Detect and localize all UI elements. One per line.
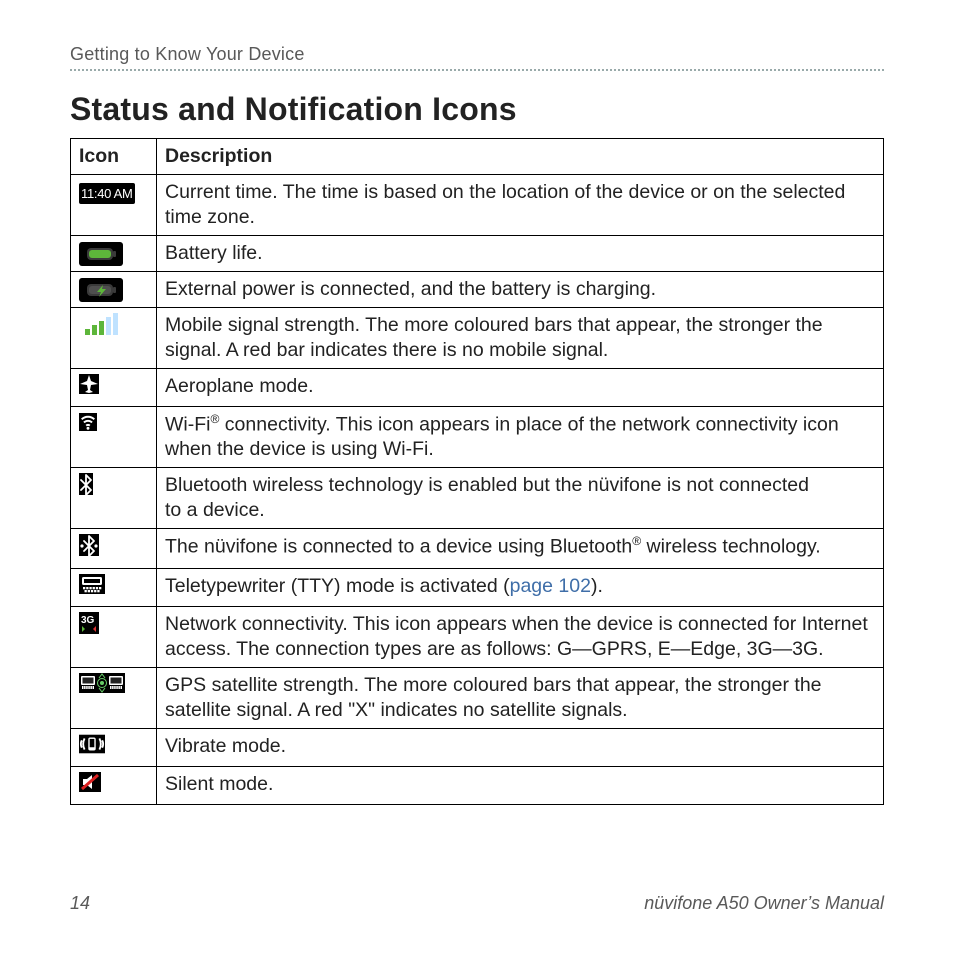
bluetooth-connected-icon xyxy=(79,534,99,563)
th-icon: Icon xyxy=(71,139,157,175)
icon-cell xyxy=(71,406,157,467)
time-icon: 11:40 AM xyxy=(79,183,135,204)
description-cell: Bluetooth wireless technology is enabled… xyxy=(157,468,884,529)
table-row: Aeroplane mode. xyxy=(71,368,884,406)
icon-cell xyxy=(71,728,157,766)
icon-cell xyxy=(71,468,157,529)
table-row: The nüvifone is connected to a device us… xyxy=(71,528,884,568)
icon-cell xyxy=(71,667,157,728)
page-footer: 14 nüvifone A50 Owner’s Manual xyxy=(70,893,884,914)
description-cell: Current time. The time is based on the l… xyxy=(157,174,884,235)
icon-cell: 3G xyxy=(71,606,157,667)
description-cell: Silent mode. xyxy=(157,766,884,804)
svg-text:3G: 3G xyxy=(81,615,95,626)
icon-cell xyxy=(71,766,157,804)
gps-icon xyxy=(79,673,125,700)
icon-cell xyxy=(71,368,157,406)
silent-icon xyxy=(79,772,101,799)
table-row: Battery life. xyxy=(71,235,884,271)
description-cell: Mobile signal strength. The more coloure… xyxy=(157,307,884,368)
description-cell: Vibrate mode. xyxy=(157,728,884,766)
table-row: Wi-Fi® connectivity. This icon appears i… xyxy=(71,406,884,467)
table-row: 11:40 AM Current time. The time is based … xyxy=(71,174,884,235)
battery-icon xyxy=(79,242,123,266)
icon-cell xyxy=(71,568,157,606)
charging-icon xyxy=(79,278,123,302)
description-cell: GPS satellite strength. The more coloure… xyxy=(157,667,884,728)
description-cell: External power is connected, and the bat… xyxy=(157,271,884,307)
description-cell: Aeroplane mode. xyxy=(157,368,884,406)
table-row: Silent mode. xyxy=(71,766,884,804)
signal-icon xyxy=(79,313,123,344)
description-cell: The nüvifone is connected to a device us… xyxy=(157,528,884,568)
page-number: 14 xyxy=(70,893,90,914)
book-title: nüvifone A50 Owner’s Manual xyxy=(644,893,884,914)
table-row: 3G Network connectivity. This icon appea… xyxy=(71,606,884,667)
description-cell: Network connectivity. This icon appears … xyxy=(157,606,884,667)
running-head: Getting to Know Your Device xyxy=(70,44,884,71)
network-3g-icon: 3G xyxy=(79,612,99,641)
description-cell: Wi-Fi® connectivity. This icon appears i… xyxy=(157,406,884,467)
table-row: Bluetooth wireless technology is enabled… xyxy=(71,468,884,529)
bluetooth-icon xyxy=(79,473,93,502)
table-row: Teletypewriter (TTY) mode is activated (… xyxy=(71,568,884,606)
status-icons-table: Icon Description 11:40 AM Current time. T… xyxy=(70,138,884,805)
page-ref-link[interactable]: page 102 xyxy=(510,575,591,597)
th-description: Description xyxy=(157,139,884,175)
icon-cell xyxy=(71,235,157,271)
table-row: Vibrate mode. xyxy=(71,728,884,766)
table-row: GPS satellite strength. The more coloure… xyxy=(71,667,884,728)
tty-icon xyxy=(79,574,105,601)
vibrate-icon xyxy=(79,734,105,761)
table-row: External power is connected, and the bat… xyxy=(71,271,884,307)
table-row: Mobile signal strength. The more coloure… xyxy=(71,307,884,368)
icon-cell xyxy=(71,307,157,368)
icon-cell: 11:40 AM xyxy=(71,174,157,235)
wifi-icon xyxy=(79,412,97,439)
icon-cell xyxy=(71,271,157,307)
description-cell: Teletypewriter (TTY) mode is activated (… xyxy=(157,568,884,606)
description-cell: Battery life. xyxy=(157,235,884,271)
aeroplane-icon xyxy=(79,374,99,401)
icon-cell xyxy=(71,528,157,568)
page-title: Status and Notification Icons xyxy=(70,91,884,128)
